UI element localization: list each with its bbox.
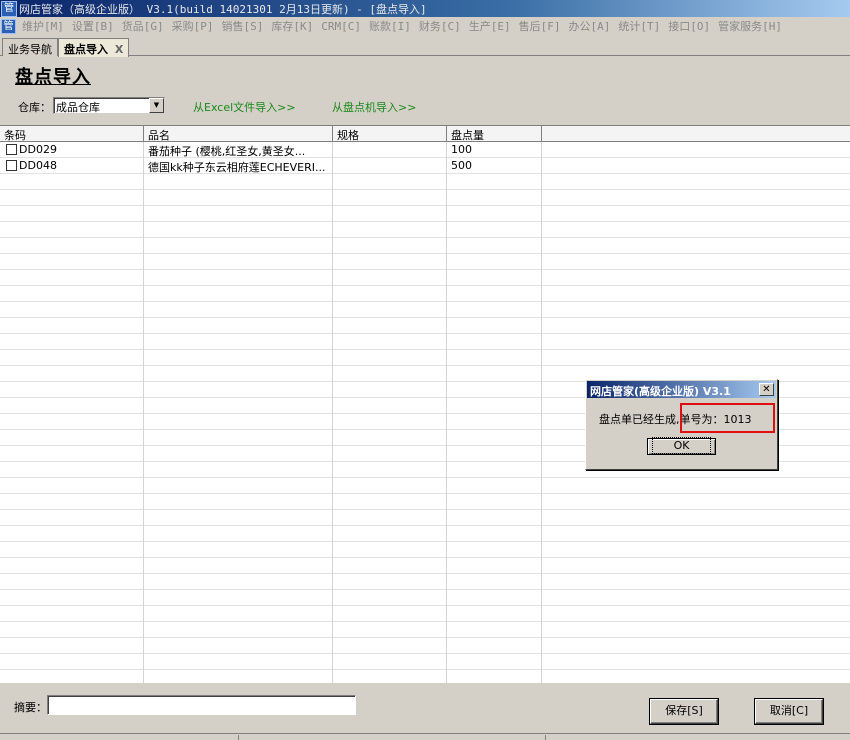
row-checkbox[interactable] [6,160,17,171]
column-header-barcode[interactable]: 条码 [0,126,144,142]
menu-office[interactable]: 办公[A] [565,18,615,34]
window-title-bar[interactable]: 管 网店管家（高级企业版） V3.1(build 14021301 2月13日更… [0,0,850,17]
column-header-spec[interactable]: 规格 [333,126,447,142]
barcode-value: DD029 [19,143,57,156]
menu-after-sales[interactable]: 售后[F] [515,18,565,34]
status-bar [0,733,850,740]
app-icon: 管 [1,0,17,17]
product-name-cell: 番茄种子 (樱桃,红圣女,黄圣女... [148,145,306,158]
menu-bar: 管 维护[M] 设置[B] 货品[G] 采购[P] 销售[S] 库存[K] CR… [0,17,850,35]
dialog-close-icon[interactable]: ✕ [759,383,774,396]
menu-goods[interactable]: 货品[G] [118,18,168,34]
product-name-cell: 德国kk种子东云相府莲ECHEVERI... [148,161,326,174]
dropdown-arrow-icon[interactable]: ▼ [149,98,164,113]
menu-service[interactable]: 管家服务[H] [714,18,786,34]
column-header-name[interactable]: 品名 [144,126,333,142]
app-menu-icon[interactable]: 管 [1,18,16,34]
window-title: 网店管家（高级企业版） V3.1(build 14021301 2月13日更新)… [19,2,427,16]
grid-header: 条码 品名 规格 盘点量 [0,126,850,142]
menu-accounts[interactable]: 账款[I] [365,18,415,34]
status-divider [545,735,546,740]
menu-finance[interactable]: 财务[C] [415,18,465,34]
row-checkbox[interactable] [6,144,17,155]
qty-cell[interactable]: 500 [447,158,541,174]
warehouse-label: 仓库： [18,101,51,114]
menu-maintain[interactable]: 维护[M] [18,18,68,34]
tab-close-icon[interactable]: X [115,43,123,56]
barcode-cell: DD048 [2,158,143,174]
spec-cell [333,142,446,158]
status-divider [238,735,239,740]
column-header-qty[interactable]: 盘点量 [447,126,542,142]
confirmation-dialog: 网店管家(高级企业版) V3.1 ✕ 盘点单已经生成,单号为：1013 OK [585,379,778,470]
menu-sales[interactable]: 销售[S] [218,18,268,34]
warehouse-select[interactable]: 成品仓库 ▼ [53,97,165,114]
dialog-ok-button[interactable]: OK [647,437,716,455]
import-scanner-link[interactable]: 从盘点机导入>> [332,99,416,115]
spec-cell [333,158,446,174]
menu-interface[interactable]: 接口[O] [664,18,714,34]
dialog-title-bar[interactable]: 网店管家(高级企业版) V3.1 ✕ [587,381,776,398]
cancel-button[interactable]: 取消[C] [755,699,823,724]
dialog-ok-label: OK [651,437,712,454]
warehouse-value: 成品仓库 [56,101,100,114]
barcode-cell: DD029 [2,142,143,158]
summary-input[interactable] [47,695,356,715]
menu-crm[interactable]: CRM[C] [317,20,365,33]
barcode-value: DD048 [19,159,57,172]
page-title: 盘点导入 [15,67,91,88]
table-row[interactable]: DD029 番茄种子 (樱桃,红圣女,黄圣女... 100 [0,142,850,158]
menu-inventory[interactable]: 库存[K] [267,18,317,34]
menu-settings[interactable]: 设置[B] [68,18,118,34]
document-tabs: 业务导航 盘点导入 X [0,38,850,57]
menu-statistics[interactable]: 统计[T] [614,18,664,34]
menu-production[interactable]: 生产[E] [465,18,515,34]
order-number-highlight [680,403,775,433]
summary-label: 摘要： [14,701,47,714]
save-button[interactable]: 保存[S] [650,699,718,724]
tab-business-nav[interactable]: 业务导航 [2,38,58,56]
tab-inventory-import-label: 盘点导入 [64,43,108,56]
dialog-title: 网店管家(高级企业版) V3.1 [590,385,731,398]
dialog-message-prefix: 盘点单已经生成, [599,413,680,426]
import-excel-link[interactable]: 从Excel文件导入>> [193,99,296,115]
table-row[interactable]: DD048 德国kk种子东云相府莲ECHEVERI... 500 [0,158,850,174]
tab-inventory-import[interactable]: 盘点导入 X [58,38,130,57]
tab-business-nav-label: 业务导航 [8,43,52,56]
qty-cell[interactable]: 100 [447,142,541,158]
menu-purchase[interactable]: 采购[P] [168,18,218,34]
